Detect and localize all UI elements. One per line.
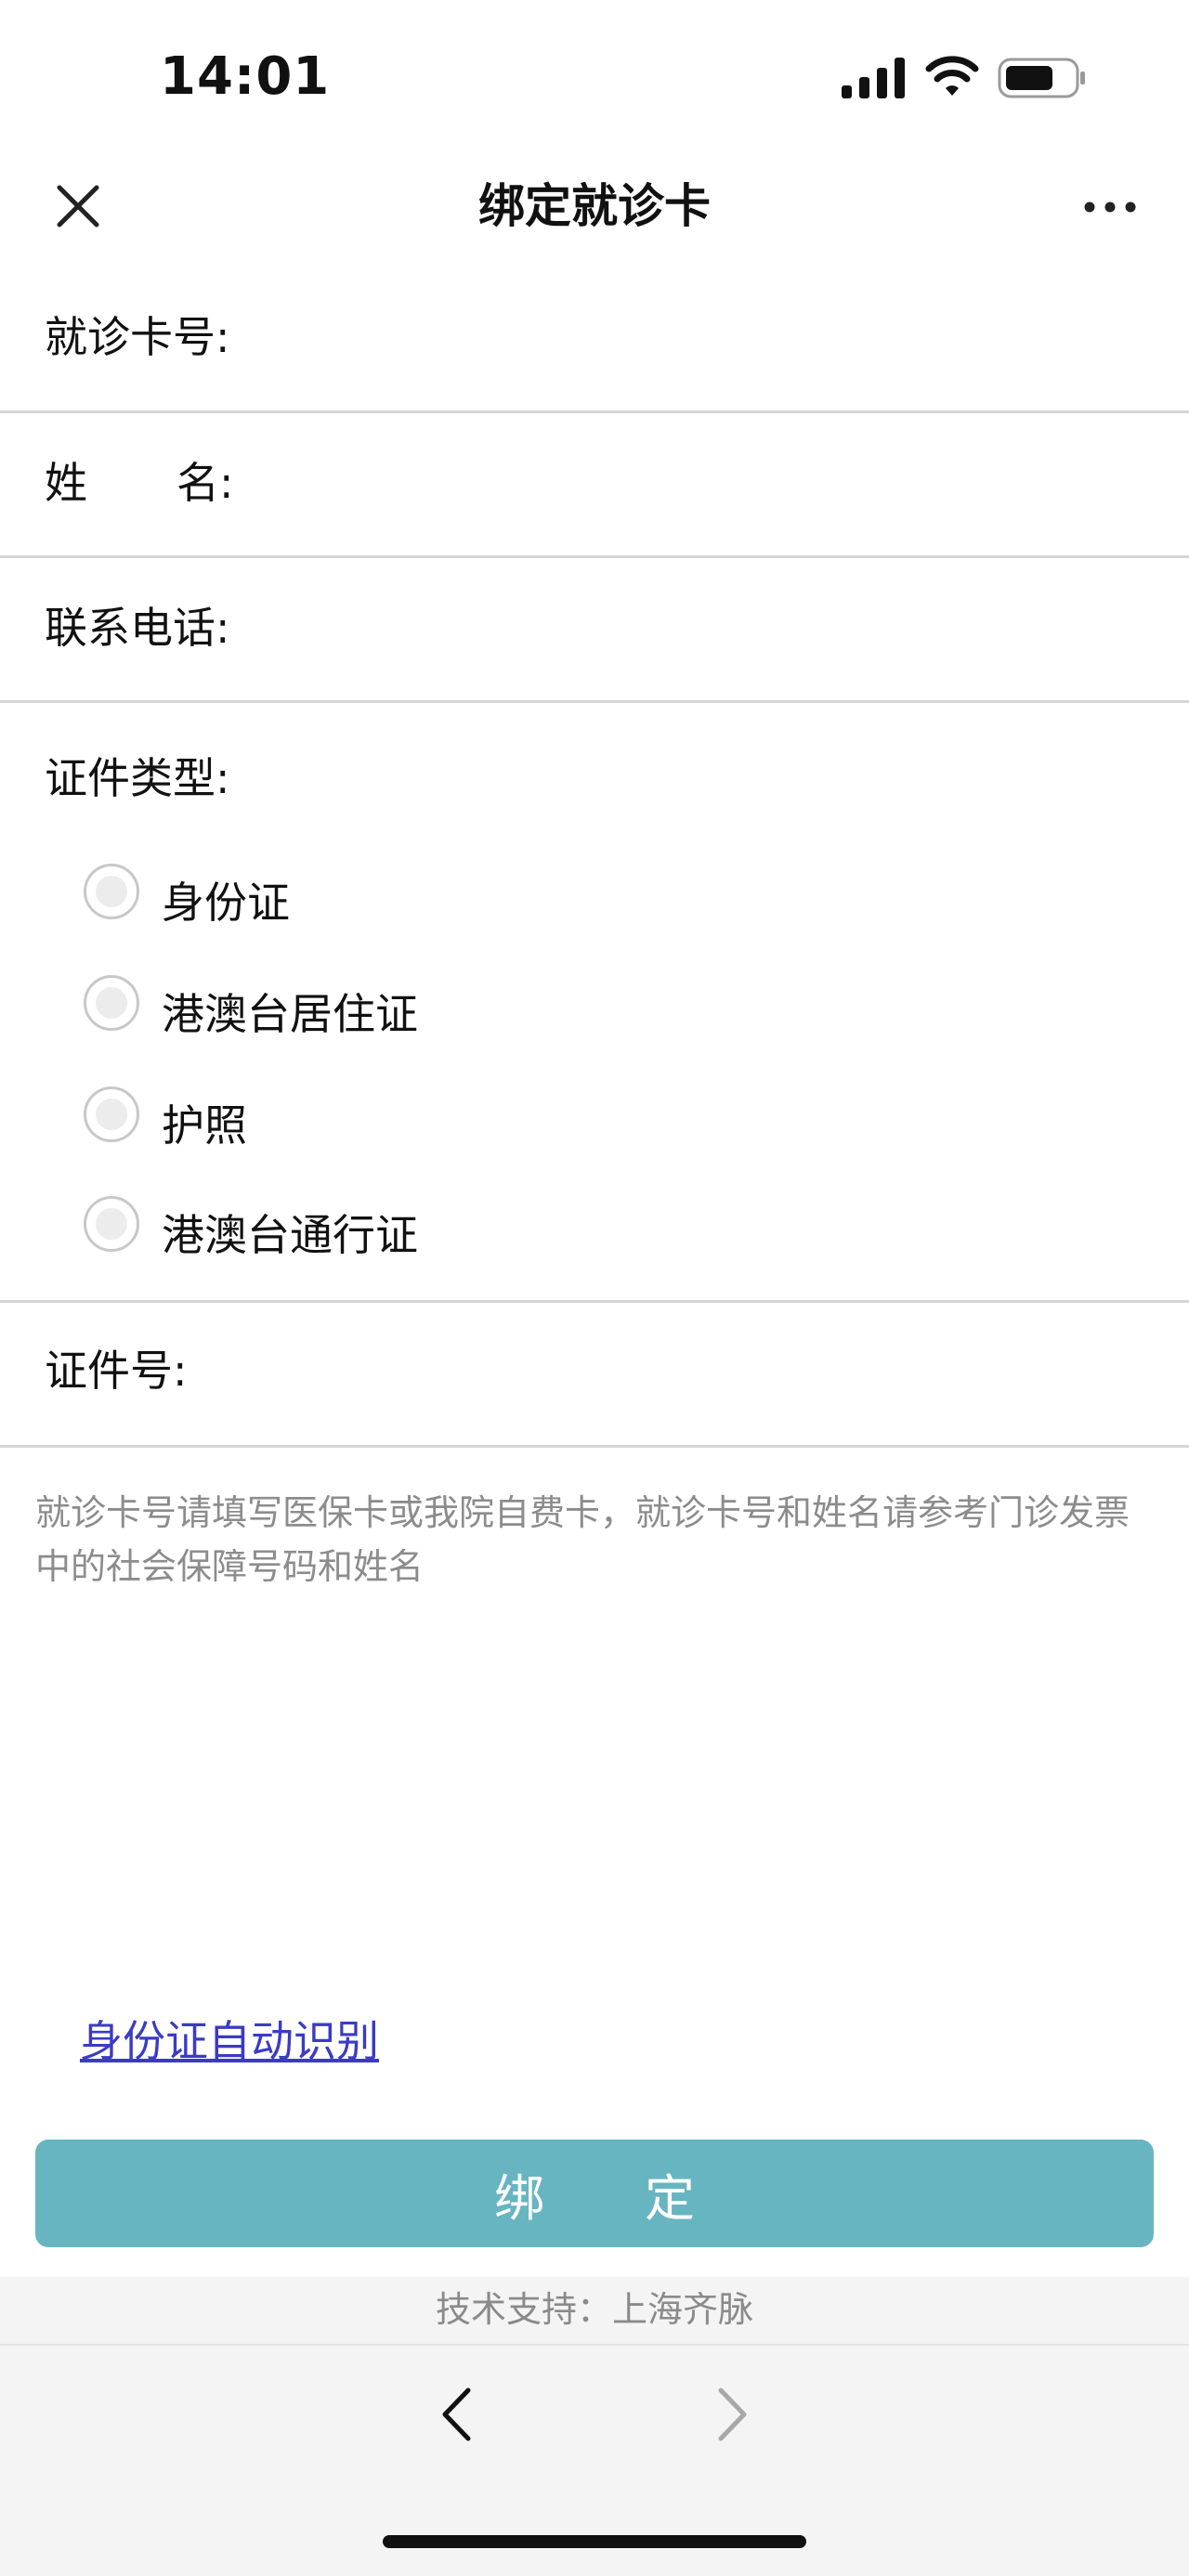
radio-label: 护照 [162,1100,247,1151]
close-button[interactable] [48,176,108,236]
more-icon [1084,202,1136,213]
bind-button[interactable]: 绑 定 [35,2140,1154,2247]
chevron-right-icon [718,2387,747,2441]
id-card-auto-recognition-link[interactable]: 身份证自动识别 [80,2008,379,2069]
close-icon [57,185,99,228]
radio-button[interactable] [84,1196,139,1252]
name-label-second: 名: [176,458,234,508]
back-button[interactable] [424,2377,489,2452]
battery-icon [998,58,1087,102]
hint-text: 就诊卡号请填写医保卡或我院自费卡，就诊卡号和姓名请参考门诊发票中的社会保障号码和… [35,1492,1130,1587]
radio-hk-macau-taiwan-residence-permit[interactable]: 港澳台居住证 [84,975,734,1051]
page-title: 绑定就诊卡 [478,179,711,233]
phone-input[interactable] [251,595,1091,662]
name-input[interactable] [251,450,1091,517]
wifi-icon [925,54,979,102]
name-label-first: 姓 [45,458,87,508]
cellular-signal-icon [842,58,905,102]
radio-button[interactable] [84,864,139,919]
chevron-left-icon [442,2387,471,2441]
divider [0,555,1189,558]
radio-label: 港澳台居住证 [162,989,418,1039]
radio-passport[interactable]: 护照 [84,1086,734,1163]
home-indicator [383,2535,806,2548]
radio-id-card[interactable]: 身份证 [84,864,734,940]
radio-button[interactable] [84,975,139,1031]
status-time: 14:01 [160,46,331,107]
radio-button[interactable] [84,1086,139,1142]
radio-label: 港澳台通行证 [162,1210,418,1260]
more-button[interactable] [1078,181,1143,233]
id-number-input[interactable] [206,1338,1046,1405]
divider [0,410,1189,413]
divider [0,1300,1189,1303]
card-number-label: 就诊卡号: [45,312,230,362]
radio-label: 身份证 [162,878,290,928]
phone-label: 联系电话: [45,603,230,653]
card-number-input[interactable] [251,305,1091,371]
radio-hk-macau-taiwan-travel-permit[interactable]: 港澳台通行证 [84,1196,734,1272]
divider [0,2344,1189,2346]
forward-button[interactable] [700,2377,765,2452]
tech-support-text: 技术支持：上海齐脉 [435,2289,753,2330]
name-label: 姓 名: [45,455,234,511]
id-number-label: 证件号: [45,1346,188,1396]
id-type-label: 证件类型: [45,753,230,803]
divider [0,700,1189,703]
divider [0,1445,1189,1448]
